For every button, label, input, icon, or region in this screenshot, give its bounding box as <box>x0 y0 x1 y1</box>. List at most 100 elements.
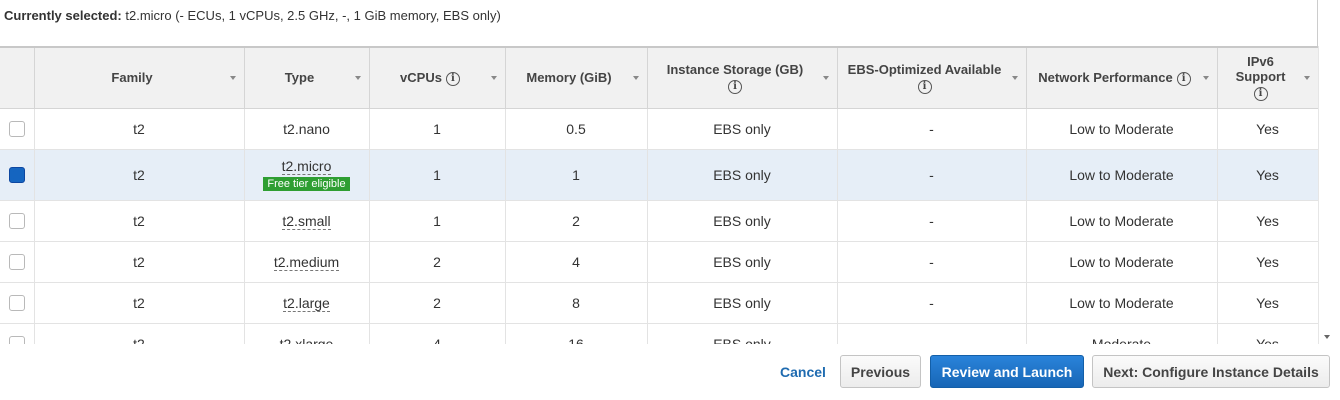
type-cell: t2.micro Free tier eligible <box>244 149 370 201</box>
instance-types-table: Family Type vCPUs i Memory (GiB) Instanc… <box>0 46 1318 344</box>
sort-caret-icon[interactable] <box>229 76 236 80</box>
column-header-memory[interactable]: Memory (GiB) <box>505 46 648 109</box>
column-header-network[interactable]: Network Performance i <box>1026 46 1218 109</box>
storage-cell: EBS only <box>647 282 838 324</box>
family-cell: t2 <box>34 108 245 150</box>
column-header-storage-label: Instance Storage (GB) <box>666 61 804 77</box>
review-and-launch-button[interactable]: Review and Launch <box>930 355 1084 388</box>
memory-cell: 0.5 <box>505 108 648 150</box>
table-header-row: Family Type vCPUs i Memory (GiB) Instanc… <box>0 46 1318 109</box>
family-cell: t2 <box>34 149 245 201</box>
network-cell: Moderate <box>1026 323 1218 344</box>
vcpus-cell: 2 <box>369 282 506 324</box>
next-configure-instance-details-button[interactable]: Next: Configure Instance Details <box>1092 355 1330 388</box>
row-checkbox-checked[interactable] <box>8 167 25 184</box>
table-scrollbar[interactable] <box>1318 46 1334 344</box>
instance-type-link[interactable]: t2.micro <box>281 158 332 175</box>
ebs-cell: - <box>837 282 1027 324</box>
memory-cell: 4 <box>505 241 648 283</box>
table-row-selected[interactable]: t2 t2.micro Free tier eligible 1 1 EBS o… <box>0 149 1318 201</box>
storage-cell: EBS only <box>647 200 838 242</box>
table-row[interactable]: t2 t2.medium 2 4 EBS only - Low to Moder… <box>0 241 1318 283</box>
column-header-type[interactable]: Type <box>244 46 370 109</box>
row-select-cell[interactable] <box>0 108 35 150</box>
column-header-family[interactable]: Family <box>34 46 245 109</box>
family-cell: t2 <box>34 200 245 242</box>
info-icon[interactable]: i <box>445 71 460 86</box>
row-checkbox[interactable] <box>8 121 25 138</box>
ebs-cell: - <box>837 149 1027 201</box>
ipv6-cell: Yes <box>1217 108 1318 150</box>
ebs-cell: - <box>837 241 1027 283</box>
row-checkbox[interactable] <box>8 254 25 271</box>
column-header-ebs-optimized[interactable]: EBS-Optimized Available i <box>837 46 1027 109</box>
column-header-ipv6-line2: Support <box>1235 69 1286 85</box>
row-checkbox[interactable] <box>8 295 25 312</box>
column-header-ipv6-line1: IPv6 <box>1247 54 1274 70</box>
network-cell: Low to Moderate <box>1026 149 1218 201</box>
family-cell: t2 <box>34 241 245 283</box>
table-row[interactable]: t2 t2.large 2 8 EBS only - Low to Modera… <box>0 282 1318 324</box>
column-header-memory-label: Memory (GiB) <box>526 70 612 86</box>
row-checkbox[interactable] <box>8 336 25 344</box>
vcpus-cell: 2 <box>369 241 506 283</box>
column-header-storage[interactable]: Instance Storage (GB) i <box>647 46 838 109</box>
wizard-footer: Cancel Previous Review and Launch Next: … <box>0 344 1340 400</box>
memory-cell: 2 <box>505 200 648 242</box>
ebs-cell: - <box>837 200 1027 242</box>
ipv6-cell: Yes <box>1217 323 1318 344</box>
type-cell: t2.medium <box>244 241 370 283</box>
row-checkbox[interactable] <box>8 213 25 230</box>
row-select-cell[interactable] <box>0 323 35 344</box>
network-cell: Low to Moderate <box>1026 200 1218 242</box>
ipv6-cell: Yes <box>1217 282 1318 324</box>
previous-button[interactable]: Previous <box>840 355 921 388</box>
instance-type-label: t2.nano <box>283 120 330 137</box>
sort-caret-icon[interactable] <box>632 76 639 80</box>
sort-caret-icon[interactable] <box>1303 76 1310 80</box>
table-row[interactable]: t2 t2.nano 1 0.5 EBS only - Low to Moder… <box>0 108 1318 150</box>
type-cell: t2.large <box>244 282 370 324</box>
instance-type-link[interactable]: t2.xlarge <box>279 335 334 344</box>
storage-cell: EBS only <box>647 149 838 201</box>
vcpus-cell: 1 <box>369 149 506 201</box>
sort-caret-icon[interactable] <box>1011 76 1018 80</box>
info-icon[interactable]: i <box>917 79 932 94</box>
cancel-button[interactable]: Cancel <box>772 355 834 388</box>
column-header-type-label: Type <box>284 70 315 86</box>
table-row[interactable]: t2 t2.xlarge 4 16 EBS only - Moderate Ye… <box>0 323 1318 344</box>
row-select-cell[interactable] <box>0 200 35 242</box>
table-row[interactable]: t2 t2.small 1 2 EBS only - Low to Modera… <box>0 200 1318 242</box>
currently-selected-bar: Currently selected: t2.micro (- ECUs, 1 … <box>0 0 1318 46</box>
sort-caret-icon[interactable] <box>822 76 829 80</box>
row-select-cell[interactable] <box>0 282 35 324</box>
column-header-family-label: Family <box>111 70 153 86</box>
info-icon[interactable]: i <box>1176 71 1191 86</box>
column-header-ipv6[interactable]: IPv6 Support i <box>1217 46 1318 109</box>
column-header-network-label: Network Performance <box>1038 69 1173 85</box>
instance-types-grid: Family Type vCPUs i Memory (GiB) Instanc… <box>0 46 1334 344</box>
column-header-vcpus-label: vCPUs <box>400 69 442 85</box>
instance-type-link[interactable]: t2.small <box>282 212 331 230</box>
instance-type-link[interactable]: t2.large <box>283 294 330 312</box>
free-tier-badge: Free tier eligible <box>263 177 350 191</box>
select-column-header <box>0 46 35 109</box>
vcpus-cell: 1 <box>369 108 506 150</box>
sort-caret-icon[interactable] <box>490 76 497 80</box>
info-icon[interactable]: i <box>1253 87 1268 102</box>
vcpus-cell: 4 <box>369 323 506 344</box>
network-cell: Low to Moderate <box>1026 108 1218 150</box>
scroll-down-arrow-icon[interactable] <box>1324 335 1330 339</box>
row-select-cell[interactable] <box>0 149 35 201</box>
type-cell: t2.small <box>244 200 370 242</box>
sort-caret-icon[interactable] <box>354 76 361 80</box>
instance-type-link[interactable]: t2.medium <box>273 253 340 271</box>
row-select-cell[interactable] <box>0 241 35 283</box>
type-cell: t2.xlarge <box>244 323 370 344</box>
sort-caret-icon[interactable] <box>1202 76 1209 80</box>
info-icon[interactable]: i <box>728 79 742 94</box>
network-cell: Low to Moderate <box>1026 282 1218 324</box>
storage-cell: EBS only <box>647 108 838 150</box>
network-cell: Low to Moderate <box>1026 241 1218 283</box>
column-header-vcpus[interactable]: vCPUs i <box>369 46 506 109</box>
